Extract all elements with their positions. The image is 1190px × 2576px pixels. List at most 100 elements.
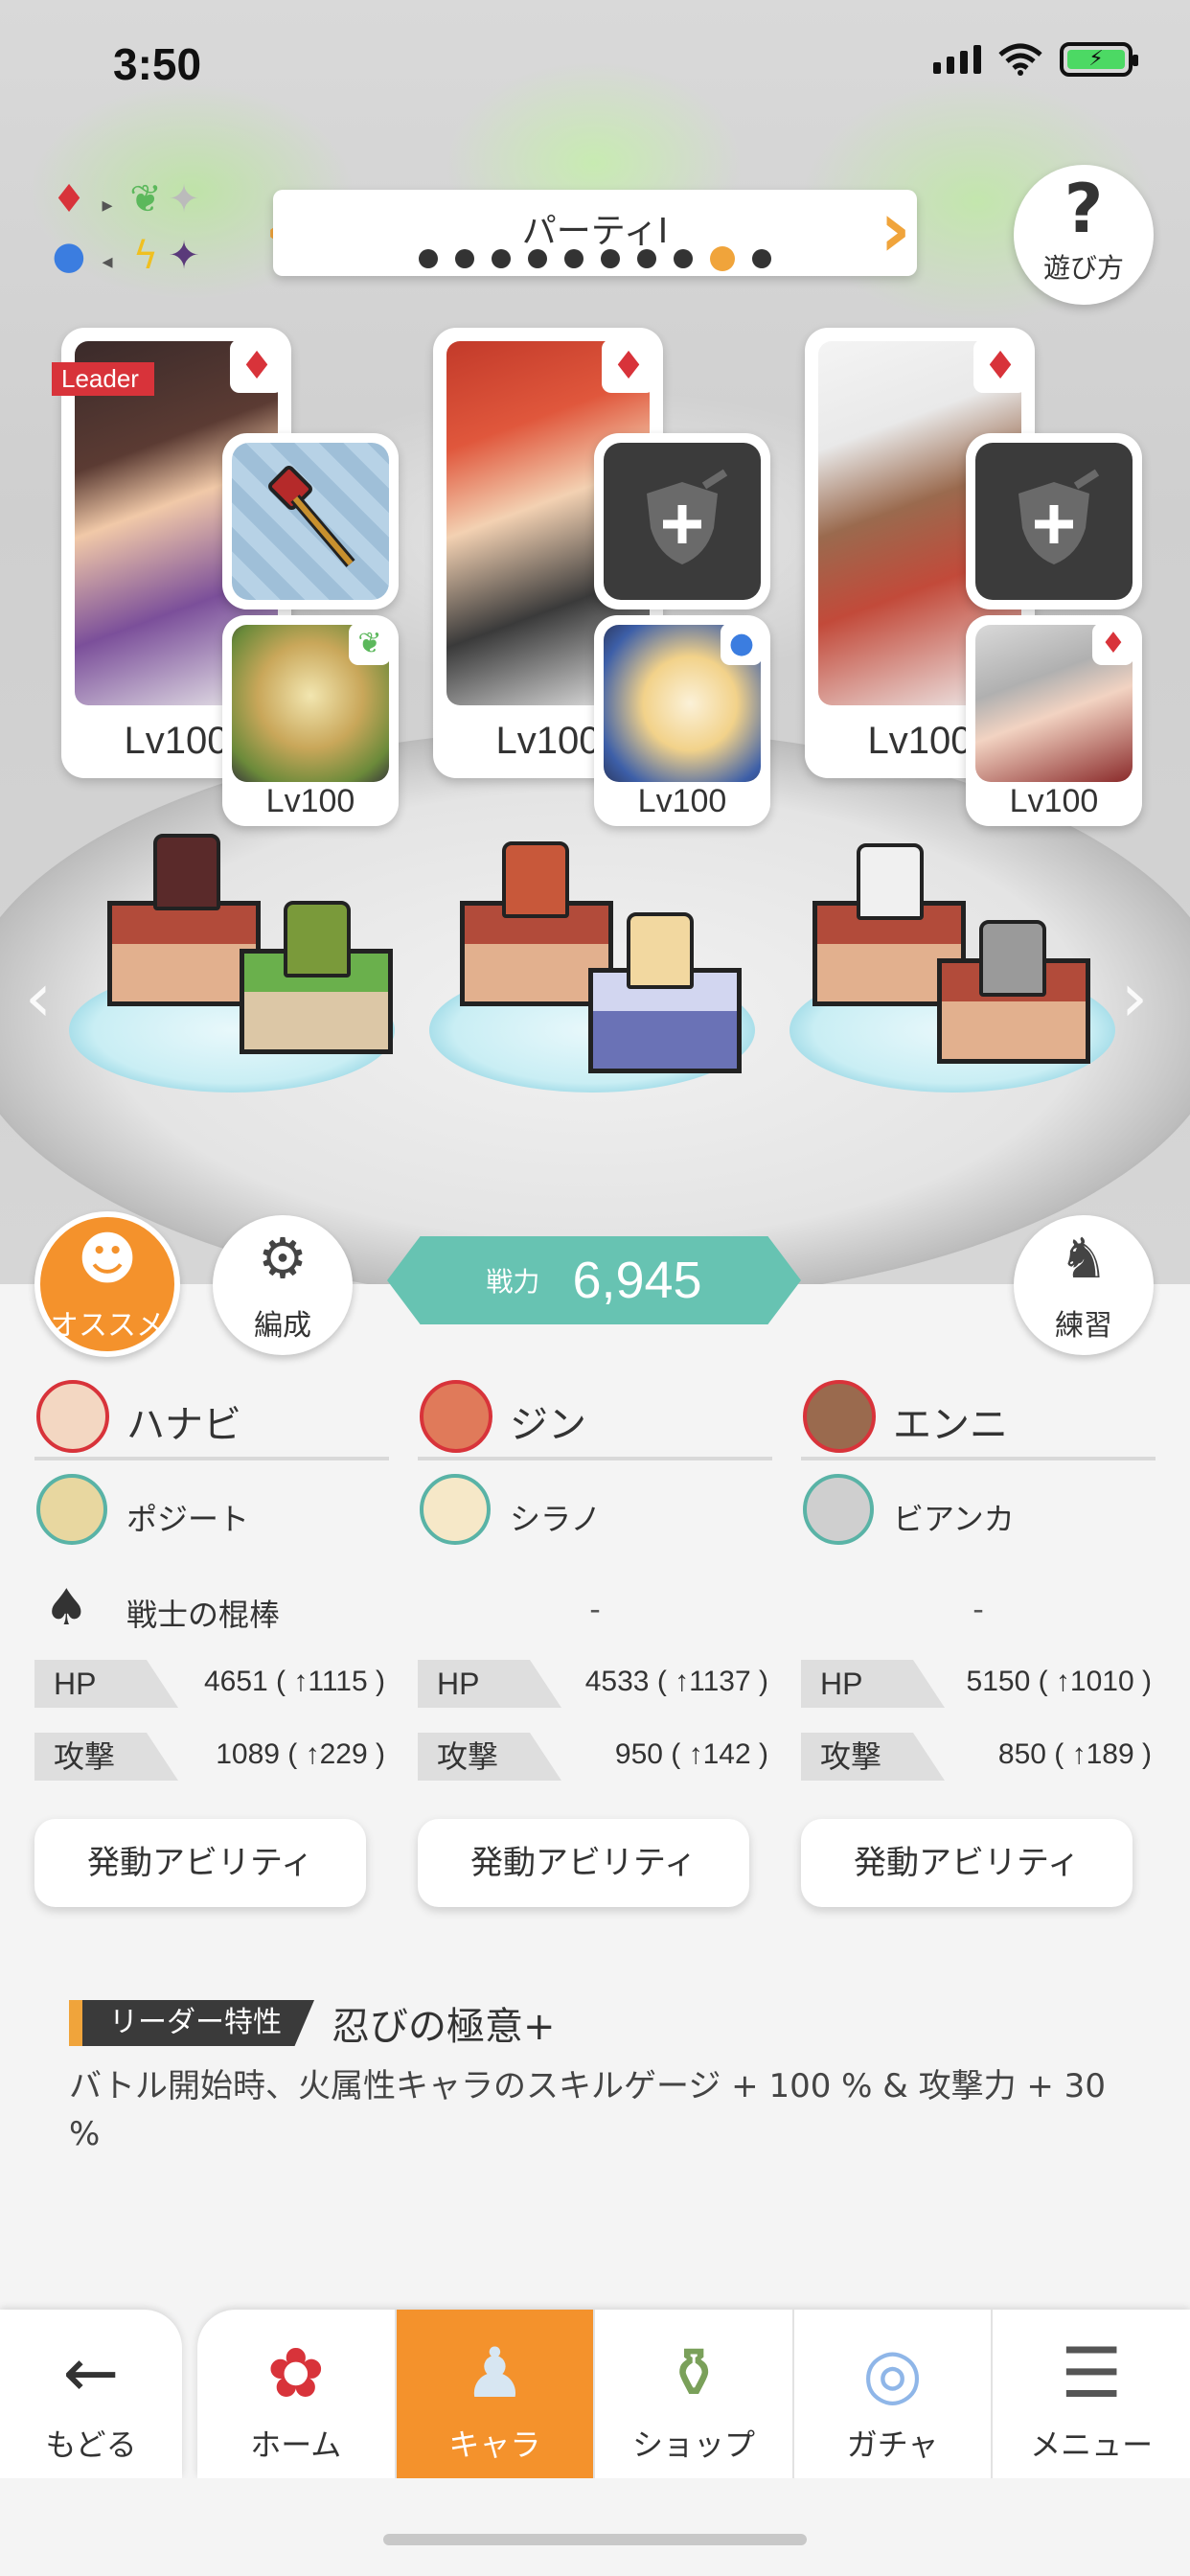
status-time: 3:50 [113, 39, 202, 89]
power-value: 6,945 [572, 1252, 702, 1309]
ability-button[interactable]: 発動アビリティ [34, 1819, 366, 1907]
party-page-dot[interactable] [637, 249, 656, 268]
character-avatar [420, 1380, 492, 1453]
ability-button[interactable]: 発動アビリティ [418, 1819, 749, 1907]
leader-skill: リーダー特性 忍びの極意+ バトル開始時、火属性キャラのスキルゲージ + 100… [69, 1995, 1133, 2158]
partner-card[interactable]: ♦ Lv100 [966, 615, 1142, 826]
party-page-dot[interactable] [710, 246, 735, 271]
team-power-badge: 戦力 6,945 [387, 1236, 801, 1324]
party-page-dot[interactable] [601, 249, 620, 268]
partner-sprite [627, 912, 694, 989]
nav-label: メニュー [1030, 2426, 1154, 2463]
partner-level: Lv100 [1009, 783, 1099, 819]
nav-label: キャラ [448, 2426, 541, 2463]
nav-shop[interactable]: ⚱ ショップ [595, 2310, 794, 2478]
equipment-slot[interactable] [222, 433, 399, 610]
power-label: 戦力 [486, 1266, 540, 1298]
nav-label: ガチャ [846, 2426, 939, 2463]
shop-icon: ⚱ [664, 2333, 723, 2413]
nav-gacha[interactable]: ◎ ガチャ [794, 2310, 994, 2478]
practice-button[interactable]: ♞ 練習 [1014, 1215, 1154, 1355]
partner-level: Lv100 [265, 783, 355, 819]
party-page-dot[interactable] [419, 249, 438, 268]
shield-add-icon [647, 469, 728, 564]
back-arrow-icon: ← [62, 2334, 120, 2412]
partner-row[interactable]: ポジート [34, 1460, 389, 1556]
nav-character[interactable]: ♟ キャラ [396, 2310, 596, 2478]
partner-avatar [803, 1474, 874, 1545]
character-sprite [857, 843, 924, 920]
character-sprite [502, 841, 569, 918]
party-page-dot[interactable] [528, 249, 547, 268]
nav-home[interactable]: ✿ ホーム [197, 2310, 397, 2478]
next-party-arrow[interactable]: › [880, 192, 911, 268]
partner-card[interactable]: ❦ Lv100 [222, 615, 399, 826]
character-icon: ♟ [464, 2333, 526, 2413]
training-dummy-icon: ♞ [1059, 1226, 1109, 1291]
equipment-row[interactable]: ♠ 戦士の棍棒 [34, 1556, 389, 1652]
unit-slot-1[interactable]: ♦ Lv100 Leader ❦ Lv100 [52, 328, 406, 826]
partner-card[interactable]: ● Lv100 [594, 615, 770, 826]
party-page-dot[interactable] [455, 249, 474, 268]
club-weapon-icon [232, 443, 389, 600]
partner-avatar [420, 1474, 491, 1545]
party-page-dot[interactable] [752, 249, 771, 268]
club-icon: ♠ [44, 1579, 89, 1637]
battery-icon: ⚡ [1060, 42, 1138, 77]
partner-avatar [36, 1474, 107, 1545]
nav-menu[interactable]: ☰ メニュー [993, 2310, 1190, 2478]
character-row[interactable]: ハナビ [34, 1372, 389, 1460]
character-row[interactable]: ジン [418, 1372, 772, 1460]
scene-left-arrow[interactable]: ‹ [25, 958, 52, 1037]
attribute-chart-icon[interactable]: ♦ ▸ ❦ ✦ ● ◂ ϟ ✦ [50, 174, 213, 280]
practice-label: 練習 [1055, 1309, 1112, 1343]
back-button[interactable]: ← もどる [0, 2310, 182, 2478]
character-avatar [36, 1380, 109, 1453]
character-sprite [153, 834, 220, 910]
partner-sprite [979, 920, 1046, 997]
home-indicator[interactable] [383, 2534, 807, 2545]
attack-value: 950 ( ↑142 ) [614, 1738, 768, 1770]
character-name: エンニ [893, 1403, 1008, 1447]
menu-icon: ☰ [1060, 2333, 1123, 2413]
safe-area [0, 2478, 1190, 2576]
fire-attribute-icon: ♦ [230, 339, 284, 393]
attack-value: 850 ( ↑189 ) [997, 1738, 1152, 1770]
empty-equipment-icon [604, 443, 761, 600]
unit-slot-3[interactable]: ♦ Lv100 ♦ Lv100 [805, 328, 1150, 826]
character-row[interactable]: エンニ [801, 1372, 1156, 1460]
equipment-name: 戦士の棍棒 [126, 1597, 281, 1633]
unit-detail-2: ジン シラノ - HP 4533 ( ↑1137 ) 攻撃 950 ( ↑142… [418, 1372, 772, 1907]
recommend-button[interactable]: ☻ オススメ [34, 1211, 180, 1357]
bottom-nav: ✿ ホーム ♟ キャラ ⚱ ショップ ◎ ガチャ ☰ メニュー [197, 2310, 1190, 2478]
shield-add-icon [1018, 469, 1100, 564]
partner-name: シラノ [510, 1501, 602, 1537]
attack-row: 攻撃 1089 ( ↑229 ) [34, 1725, 389, 1798]
party-page-dot[interactable] [674, 249, 693, 268]
ability-button[interactable]: 発動アビリティ [801, 1819, 1133, 1907]
partner-row[interactable]: ビアンカ [801, 1460, 1156, 1556]
hp-value: 4651 ( ↑1115 ) [203, 1666, 385, 1697]
fire-attribute-icon: ♦ [973, 339, 1027, 393]
party-page-dot[interactable] [492, 249, 511, 268]
party-title: パーティI [521, 212, 669, 251]
partner-name: ビアンカ [893, 1501, 1015, 1537]
character-avatar [803, 1380, 876, 1453]
scene-right-arrow[interactable]: › [1121, 958, 1148, 1037]
unit-slot-2[interactable]: ♦ Lv100 ● Lv100 [433, 328, 778, 826]
attack-row: 攻撃 950 ( ↑142 ) [418, 1725, 772, 1798]
equipment-slot[interactable] [594, 433, 770, 610]
partner-row[interactable]: シラノ [418, 1460, 772, 1556]
fire-attribute-icon: ♦ [1092, 623, 1134, 665]
formation-button[interactable]: ⚙ 編成 [213, 1215, 353, 1355]
help-button[interactable]: ? 遊び方 [1014, 165, 1154, 305]
fire-attribute-icon: ♦ [602, 339, 655, 393]
question-icon: ? [1064, 170, 1104, 248]
party-page-dot[interactable] [564, 249, 584, 268]
equipment-row[interactable]: - [801, 1556, 1156, 1652]
equipment-slot[interactable] [966, 433, 1142, 610]
help-label: 遊び方 [1042, 252, 1124, 284]
formation-label: 編成 [254, 1309, 311, 1343]
hp-label: HP [418, 1660, 561, 1708]
equipment-row[interactable]: - [418, 1556, 772, 1652]
